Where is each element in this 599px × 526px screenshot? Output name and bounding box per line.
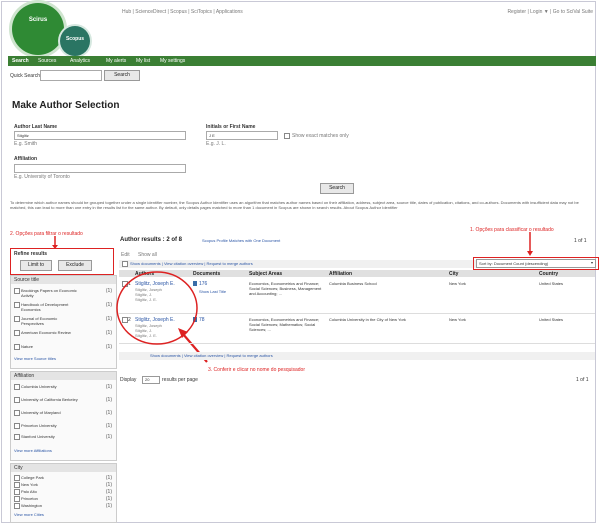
facet-checkbox[interactable] bbox=[14, 384, 20, 390]
facet-item-label: University of Maryland bbox=[21, 410, 61, 415]
facet-checkbox[interactable] bbox=[14, 302, 20, 308]
select-all-checkbox[interactable] bbox=[122, 261, 128, 267]
subject-areas: Economics, Econometrics and Finance; Soc… bbox=[249, 317, 320, 332]
city: New York bbox=[449, 281, 466, 286]
facet-more-link[interactable]: View more Affiliations bbox=[14, 448, 52, 453]
facet-item-count: (1) bbox=[105, 384, 112, 390]
facet-checkbox[interactable] bbox=[14, 482, 20, 488]
facet-item-label: Nature bbox=[21, 344, 34, 349]
show-all-label[interactable]: Show all bbox=[138, 252, 157, 258]
facet-affiliation: Affiliation Columbia University (1) Unive… bbox=[10, 371, 117, 461]
facet-checkbox[interactable] bbox=[14, 423, 20, 429]
facet-item-label: College Park bbox=[21, 475, 44, 480]
facet-item-count: (1) bbox=[105, 434, 112, 440]
country: United States bbox=[539, 281, 564, 286]
col-affiliation[interactable]: Affiliation bbox=[329, 271, 352, 277]
facet-item-label: Brookings Papers on Economic Activity bbox=[21, 288, 77, 298]
annotation-sort: 1. Opções para classificar o resultado bbox=[470, 227, 554, 233]
facet-checkbox[interactable] bbox=[14, 503, 20, 509]
limit-to-button[interactable]: Limit to bbox=[20, 260, 52, 271]
refine-title: Refine results bbox=[14, 251, 48, 257]
facet-city: City College Park (1) New York (1) Palo Al… bbox=[10, 463, 117, 523]
facet-item-label: Stanford University bbox=[21, 434, 55, 439]
facet-checkbox[interactable] bbox=[14, 496, 20, 502]
facet-item-label: American Economic Review bbox=[21, 330, 71, 335]
facet-checkbox[interactable] bbox=[14, 410, 20, 416]
facet-checkbox[interactable] bbox=[14, 344, 20, 350]
col-subjects[interactable]: Subject Areas bbox=[249, 271, 282, 277]
facet-item-count: (1) bbox=[105, 397, 112, 403]
facet-item-label: New York bbox=[21, 482, 38, 487]
profile-matches-link[interactable]: Scopus Profile Matches with One Document bbox=[202, 238, 280, 243]
facet-checkbox[interactable] bbox=[14, 475, 20, 481]
col-city[interactable]: City bbox=[449, 271, 458, 277]
display-label: Display bbox=[120, 377, 137, 383]
annotation-click-name: 3. Conferir e clicar no nome do pesquisa… bbox=[208, 367, 305, 373]
city: New York bbox=[449, 317, 466, 322]
facet-checkbox[interactable] bbox=[14, 489, 20, 495]
show-last-title-link[interactable]: Show Last Title bbox=[199, 289, 226, 294]
results-per-page-label: results per page bbox=[162, 377, 198, 383]
facet-item-label: Columbia University bbox=[21, 384, 57, 389]
sort-select-value: Sort by: Document Count (descending) bbox=[479, 261, 549, 266]
facet-item-label: Princeton bbox=[21, 496, 38, 501]
facet-checkbox[interactable] bbox=[14, 330, 20, 336]
country: United States bbox=[539, 317, 564, 322]
affiliation: Columbia Business School bbox=[329, 281, 377, 286]
facet-item-count: (1) bbox=[105, 482, 112, 488]
facet-item-label: Princeton University bbox=[21, 423, 57, 428]
facet-item-label: Handbook of Development Economics bbox=[21, 302, 69, 312]
results-actions[interactable]: Show documents | View citation overview … bbox=[130, 261, 253, 266]
facet-checkbox[interactable] bbox=[14, 288, 20, 294]
facet-title: City bbox=[14, 465, 23, 471]
facet-item-count: (1) bbox=[105, 423, 112, 429]
facet-item-count: (1) bbox=[105, 496, 112, 502]
facet-title: Source title bbox=[14, 277, 40, 283]
facet-title: Affiliation bbox=[14, 373, 35, 379]
results-title: Author results : 2 of 8 bbox=[120, 237, 183, 243]
results-per-page-select[interactable]: 20 bbox=[142, 376, 160, 384]
bottom-pager: 1 of 1 bbox=[576, 377, 589, 383]
col-country[interactable]: Country bbox=[539, 271, 558, 277]
exclude-button[interactable]: Exclude bbox=[58, 260, 92, 271]
facet-item-count: (1) bbox=[105, 475, 112, 481]
facet-item-label: Washington bbox=[21, 503, 42, 508]
facet-checkbox[interactable] bbox=[14, 434, 20, 440]
facet-item-label: Palo Alto bbox=[21, 489, 37, 494]
facet-item-label: University of California Berkeley bbox=[21, 397, 78, 402]
facet-item-count: (1) bbox=[105, 410, 112, 416]
facet-more-link[interactable]: View more Cities bbox=[14, 512, 44, 517]
results-bottom-actions[interactable]: Show documents | View citation overview … bbox=[150, 353, 273, 358]
facet-source-title: Source title Brookings Papers on Economi… bbox=[10, 275, 117, 369]
edit-label[interactable]: Edit bbox=[121, 252, 130, 258]
affiliation: Columbia University in the City of New Y… bbox=[329, 317, 406, 322]
facet-item-count: (1) bbox=[105, 503, 112, 509]
sort-arrowhead-icon bbox=[527, 251, 533, 256]
subject-areas: Economics, Econometrics and Finance; Soc… bbox=[249, 281, 322, 296]
facet-more-link[interactable]: View more Source titles bbox=[14, 356, 56, 361]
facet-item-label: Journal of Economic Perspectives bbox=[21, 316, 58, 326]
facet-item-count: (1) bbox=[105, 489, 112, 495]
author-names-highlight bbox=[116, 271, 198, 345]
facet-checkbox[interactable] bbox=[14, 397, 20, 403]
facet-checkbox[interactable] bbox=[14, 316, 20, 322]
sort-select[interactable]: Sort by: Document Count (descending) ▾ bbox=[476, 259, 596, 268]
results-per-page-value: 20 bbox=[145, 377, 150, 382]
chevron-down-icon: ▾ bbox=[590, 260, 593, 265]
results-pager: 1 of 1 bbox=[574, 238, 587, 244]
